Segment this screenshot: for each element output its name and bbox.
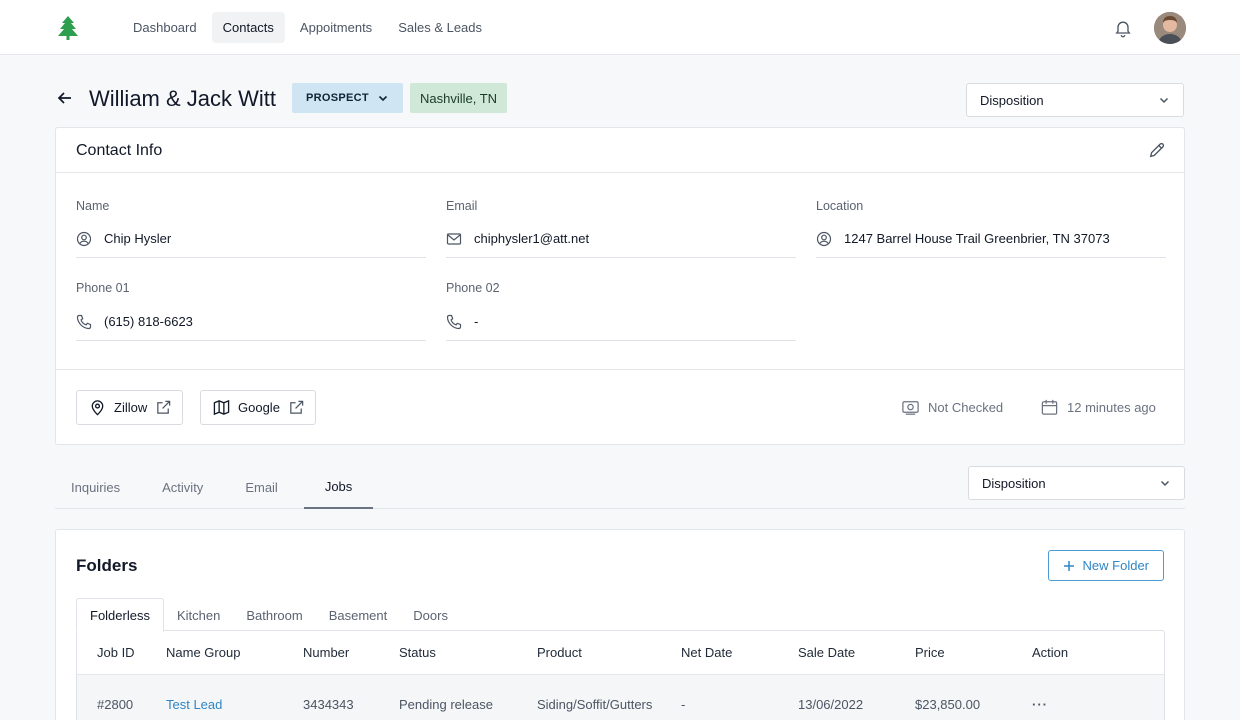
calendar-icon (1041, 399, 1058, 415)
page-title: William & Jack Witt (89, 86, 276, 111)
disposition-select-value: Disposition (980, 92, 1044, 108)
top-bar: Dashboard Contacts Appoitments Sales & L… (0, 0, 1240, 55)
google-label: Google (238, 400, 280, 415)
folder-tab-doors[interactable]: Doors (400, 598, 461, 632)
phone2-value: - (474, 314, 479, 329)
bell-icon[interactable] (1113, 18, 1133, 38)
tree-logo-icon[interactable] (57, 16, 79, 40)
contact-info-card: Contact Info Name Chip Hysler Email chip… (55, 127, 1185, 445)
chevron-down-icon (1159, 97, 1169, 104)
col-sale-date[interactable]: Sale Date (798, 631, 855, 674)
name-value: Chip Hysler (104, 231, 172, 246)
col-price[interactable]: Price (915, 631, 945, 674)
zillow-label: Zillow (114, 400, 148, 415)
main-nav: Dashboard Contacts Appoitments Sales & L… (122, 12, 493, 43)
back-arrow-icon[interactable] (55, 88, 75, 108)
nav-appointments[interactable]: Appoitments (289, 12, 383, 43)
jobs-disposition-select-value: Disposition (982, 475, 1046, 491)
email-value: chiphysler1@att.net (474, 231, 590, 246)
price-cell: $23,850.00 (915, 696, 981, 712)
nav-sales-leads[interactable]: Sales & Leads (387, 12, 493, 43)
net-date-cell: - (681, 696, 686, 712)
folder-tabs: Folderless Kitchen Bathroom Basement Doo… (76, 598, 461, 632)
tab-inquiries[interactable]: Inquiries (55, 465, 136, 509)
phone-icon (76, 314, 92, 329)
chevron-down-icon (378, 95, 387, 102)
phone2-field[interactable]: - (446, 307, 796, 341)
user-circle-icon (76, 231, 92, 246)
job-id-cell: #2800 (97, 696, 134, 712)
table-row[interactable]: #2800 Test Lead 3434343 Pending release … (77, 675, 1164, 720)
name-label: Name (76, 199, 110, 213)
nav-dashboard[interactable]: Dashboard (122, 12, 208, 43)
col-status[interactable]: Status (399, 631, 436, 674)
updated-time-text: 12 minutes ago (1067, 400, 1156, 415)
user-circle-icon (816, 231, 832, 246)
new-folder-button[interactable]: New Folder (1047, 550, 1164, 581)
table-header: Job ID Name Group Number Status Product … (77, 631, 1164, 675)
number-cell: 3434343 (303, 696, 354, 712)
tab-activity[interactable]: Activity (146, 465, 219, 509)
tab-email[interactable]: Email (229, 465, 294, 509)
folders-title: Folders (76, 556, 138, 575)
pencil-icon[interactable] (1148, 141, 1166, 159)
google-button[interactable]: Google (200, 390, 316, 425)
new-folder-label: New Folder (1082, 558, 1149, 573)
phone-icon (446, 314, 462, 329)
sale-date-cell: 13/06/2022 (798, 696, 864, 712)
phone1-field[interactable]: (615) 818-6623 (76, 307, 426, 341)
col-action: Action (1032, 645, 1069, 660)
check-status-text: Not Checked (928, 400, 1004, 415)
col-name-group[interactable]: Name Group (166, 631, 240, 674)
phone1-label: Phone 01 (76, 281, 130, 295)
divider (56, 172, 1184, 173)
folder-tab-kitchen[interactable]: Kitchen (164, 598, 233, 632)
divider (56, 369, 1184, 370)
status-badge-label: PROSPECT (306, 92, 369, 104)
tab-jobs[interactable]: Jobs (303, 465, 374, 509)
folder-tab-basement[interactable]: Basement (316, 598, 401, 632)
map-icon (213, 399, 230, 416)
nav-contacts[interactable]: Contacts (211, 12, 285, 43)
mail-icon (446, 232, 462, 245)
more-actions-icon[interactable]: ··· (1032, 675, 1048, 720)
avatar[interactable] (1154, 12, 1186, 44)
name-field[interactable]: Chip Hysler (76, 224, 426, 258)
col-number[interactable]: Number (303, 631, 349, 674)
zillow-button[interactable]: Zillow (76, 390, 184, 425)
email-label: Email (446, 199, 478, 213)
status-cell: Pending release (399, 696, 493, 712)
external-link-icon (290, 400, 304, 414)
col-net-date[interactable]: Net Date (681, 631, 732, 674)
chevron-down-icon (1160, 480, 1170, 487)
location-label: Location (816, 199, 864, 213)
phone1-value: (615) 818-6623 (104, 314, 193, 329)
location-field[interactable]: 1247 Barrel House Trail Greenbrier, TN 3… (816, 224, 1166, 258)
jobs-table: Job ID Name Group Number Status Product … (76, 630, 1165, 720)
col-product[interactable]: Product (537, 631, 582, 674)
name-group-link[interactable]: Test Lead (166, 675, 222, 720)
contact-info-title: Contact Info (76, 142, 163, 159)
product-cell: Siding/Soffit/Gutters (537, 696, 653, 712)
folder-tab-bathroom[interactable]: Bathroom (233, 598, 315, 632)
check-status: Not Checked (901, 398, 1003, 417)
folder-tab-folderless[interactable]: Folderless (76, 598, 164, 632)
jobs-disposition-select[interactable]: Disposition (968, 466, 1185, 500)
external-link-icon (157, 400, 171, 414)
location-value: 1247 Barrel House Trail Greenbrier, TN 3… (844, 231, 1110, 246)
camera-icon (902, 401, 919, 415)
updated-time: 12 minutes ago (1040, 398, 1156, 417)
status-badge[interactable]: PROSPECT (292, 83, 403, 113)
folders-card: Folders New Folder Folderless Kitchen Ba… (55, 529, 1185, 720)
location-badge: Nashville, TN (410, 83, 508, 113)
disposition-select[interactable]: Disposition (966, 83, 1184, 117)
plus-icon (1063, 560, 1074, 571)
phone2-label: Phone 02 (446, 281, 500, 295)
map-pin-icon (91, 400, 104, 416)
email-field[interactable]: chiphysler1@att.net (446, 224, 796, 258)
col-job-id[interactable]: Job ID (97, 631, 135, 674)
